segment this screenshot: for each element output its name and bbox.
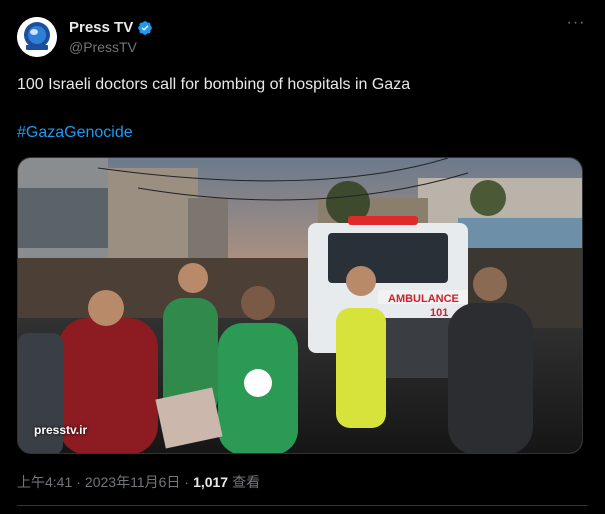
tweet-header: Press TV @PressTV ··· — [17, 15, 588, 61]
tweet-text: 100 Israeli doctors call for bombing of … — [17, 76, 411, 93]
presstv-globe-logo-icon — [17, 17, 57, 57]
divider — [17, 505, 588, 506]
views-label: 查看 — [232, 474, 261, 490]
more-dots-icon[interactable]: ··· — [566, 15, 586, 37]
author-handle[interactable]: @PressTV — [69, 39, 153, 55]
verified-badge-icon — [137, 20, 153, 36]
author-display-name[interactable]: Press TV — [69, 19, 133, 36]
photo-watermark: presstv.ir — [34, 423, 88, 437]
tweet-date[interactable]: 2023年11月6日 — [85, 472, 180, 492]
tweet-photo[interactable]: AMBULANCE 101 presstv.ir — [17, 157, 583, 454]
ambulance-label: AMBULANCE — [388, 293, 459, 305]
tweet-time[interactable]: 上午4:41 — [17, 472, 72, 492]
ambulance-number: 101 — [430, 307, 448, 319]
views-count[interactable]: 1,017 — [193, 474, 228, 490]
hashtag-link[interactable]: #GazaGenocide — [17, 122, 133, 144]
meta-separator: · — [76, 474, 81, 490]
meta-separator-2: · — [184, 474, 190, 490]
tweet-meta: 上午4:41 · 2023年11月6日 · 1,017 查看 — [17, 472, 260, 492]
avatar[interactable] — [17, 17, 57, 57]
